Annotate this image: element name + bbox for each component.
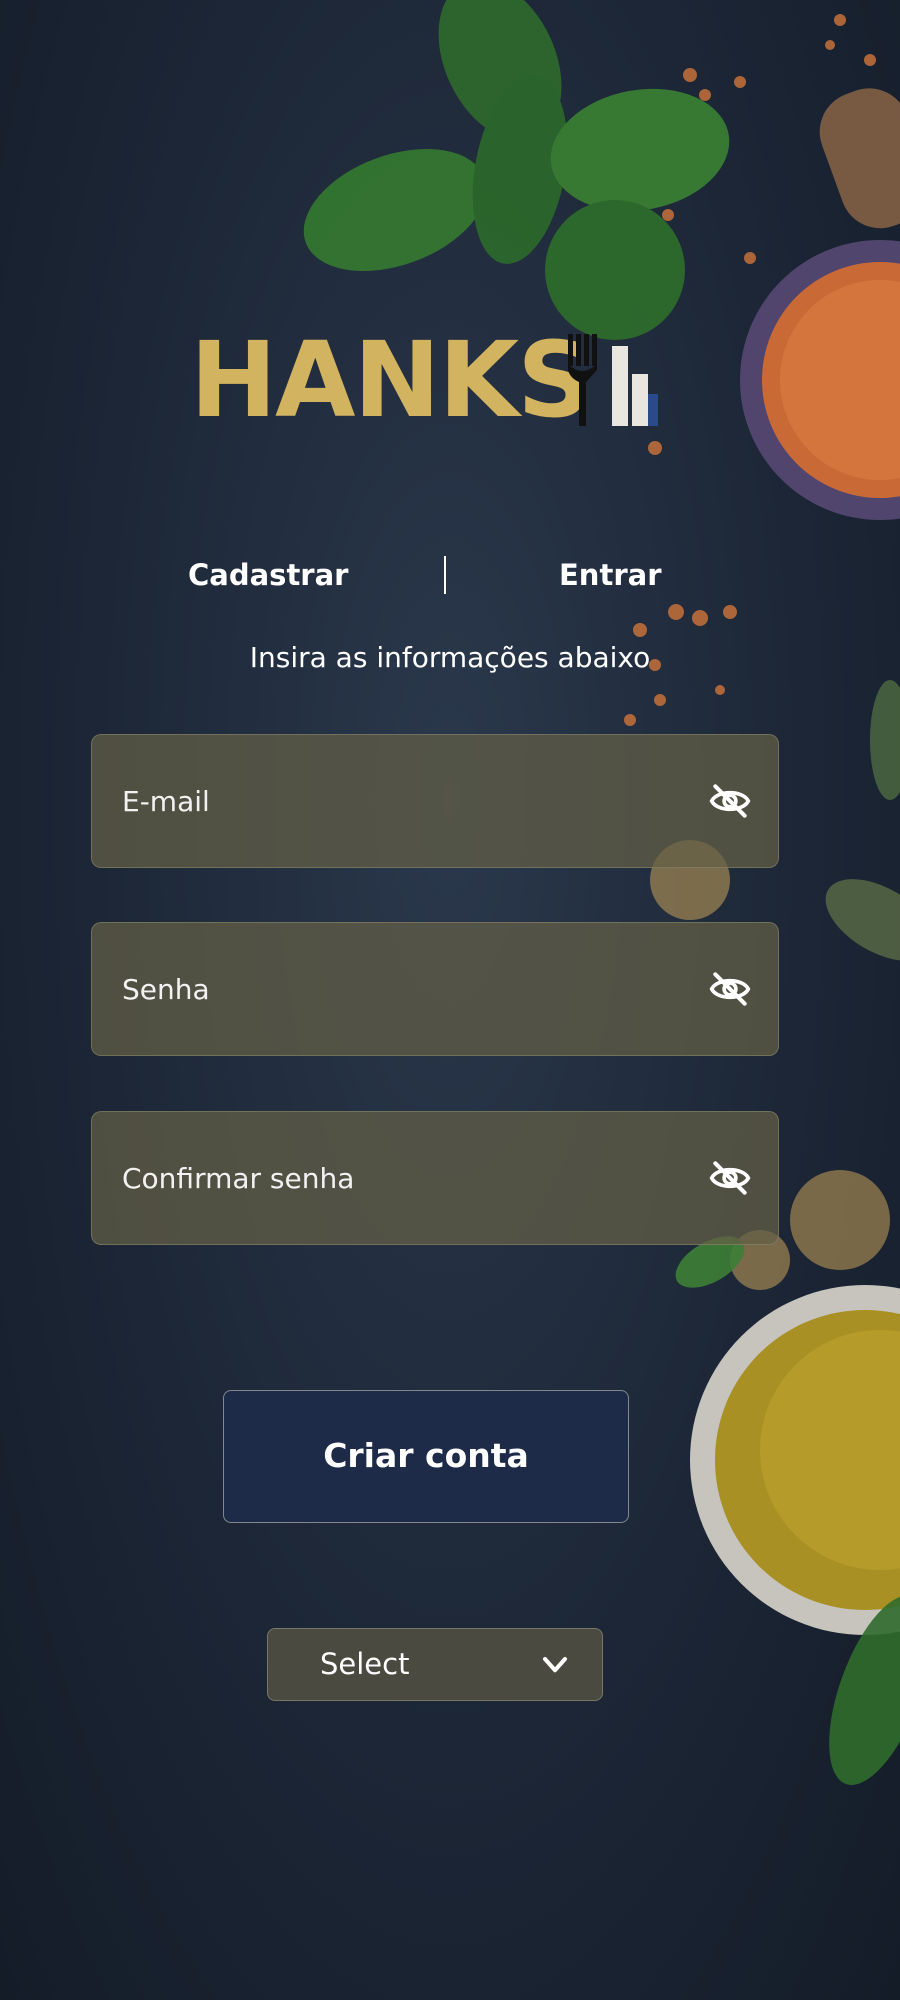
language-select[interactable]: Select	[267, 1628, 603, 1701]
tab-entrar[interactable]: Entrar	[559, 552, 662, 598]
email-field-container	[91, 734, 779, 868]
logo-text: HANKS	[190, 319, 592, 441]
eye-off-icon[interactable]	[708, 779, 752, 823]
create-account-button[interactable]: Criar conta	[223, 1390, 629, 1523]
auth-tabs: Cadastrar Entrar	[0, 552, 900, 598]
confirm-password-input[interactable]	[122, 1112, 682, 1244]
form-instructions: Insira as informações abaixo	[249, 641, 651, 674]
chevron-down-icon	[543, 1657, 567, 1673]
tab-cadastrar[interactable]: Cadastrar	[188, 552, 348, 598]
password-input[interactable]	[122, 923, 682, 1055]
email-input[interactable]	[122, 735, 682, 867]
fork-logo-mark-icon	[568, 334, 658, 426]
select-value: Select	[320, 1647, 410, 1681]
password-field-container	[91, 922, 779, 1056]
eye-off-icon[interactable]	[708, 1156, 752, 1200]
tab-divider	[444, 556, 446, 594]
confirm-password-field-container	[91, 1111, 779, 1245]
hanks-logo: HANKS	[190, 319, 670, 441]
eye-off-icon[interactable]	[708, 967, 752, 1011]
